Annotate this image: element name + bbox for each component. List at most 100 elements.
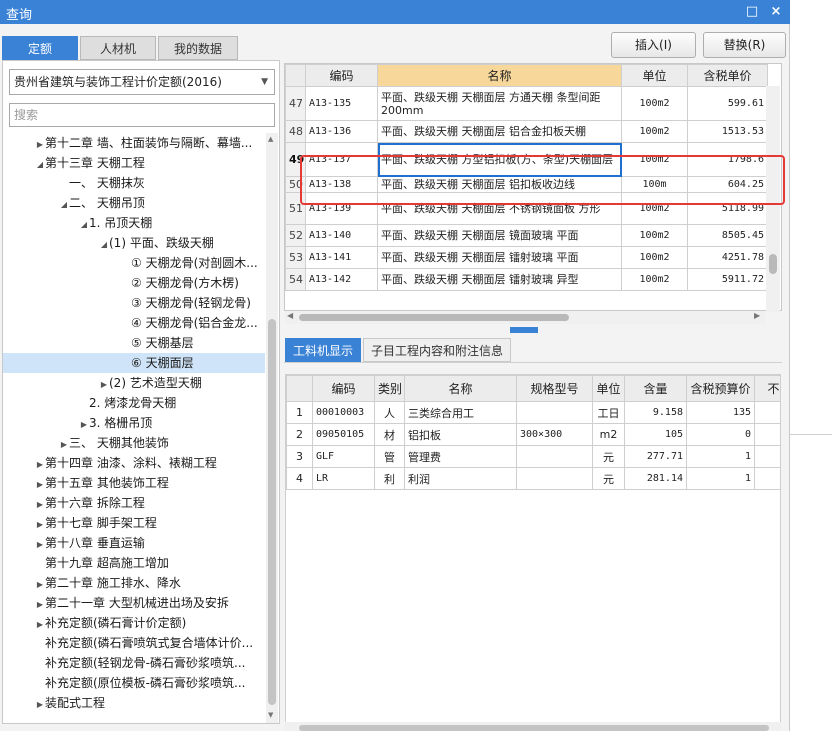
caret-right-icon[interactable]: ▶	[35, 475, 45, 495]
cell-spec[interactable]	[516, 467, 593, 490]
caret-down-icon[interactable]: ◢	[79, 215, 89, 235]
cell-budget-price[interactable]: 1	[686, 467, 755, 490]
row-number[interactable]: 52	[285, 224, 306, 247]
table-row[interactable]: 1 00010003 人三类综合用工 工日 9.158 135	[286, 401, 780, 424]
cell-code[interactable]: GLF	[312, 445, 375, 468]
tree-item[interactable]: ▶ 第十八章 垂直运输	[3, 533, 145, 553]
column-header-unit[interactable]: 单位	[592, 375, 625, 402]
cell-price[interactable]: 4251.78	[687, 246, 768, 269]
cell-unit[interactable]: 元	[592, 467, 625, 490]
caret-right-icon[interactable]: ▶	[35, 535, 45, 555]
tree-item[interactable]: ▶ 装配式工程	[3, 693, 105, 713]
table-row[interactable]: 4 LR 利利润 元 281.14 1	[286, 467, 780, 490]
cell-code[interactable]: A13-135	[305, 86, 378, 121]
cell-budget-price[interactable]: 1	[686, 445, 755, 468]
cell-excluded-tax[interactable]	[754, 467, 780, 490]
cell-unit[interactable]: 100m2	[621, 86, 688, 121]
caret-right-icon[interactable]: ▶	[35, 595, 45, 615]
table-row[interactable]: 47 A13-135 平面、跌级天棚 天棚面层 方通天棚 条型间距200mm 100m…	[285, 86, 768, 121]
scroll-down-icon[interactable]: ▼	[268, 711, 273, 719]
caret-down-icon[interactable]: ◢	[35, 155, 45, 175]
cell-spec[interactable]	[516, 445, 593, 468]
tree-item[interactable]: ④ 天棚龙骨(铝合金龙...	[3, 313, 258, 333]
caret-right-icon[interactable]: ▶	[35, 135, 45, 155]
close-icon[interactable]: ×	[766, 2, 786, 22]
tree-item[interactable]: ⑤ 天棚基层	[3, 333, 194, 353]
material-grid-hscrollbar[interactable]	[285, 722, 781, 731]
tree-item[interactable]: ▶ 3. 格栅吊顶	[3, 413, 152, 433]
library-select[interactable]: 贵州省建筑与装饰工程计价定额(2016) ▼	[9, 69, 275, 95]
quota-grid-vscrollbar-thumb[interactable]	[769, 254, 777, 274]
cell-unit[interactable]: m2	[592, 423, 625, 446]
column-header-quantity[interactable]: 含量	[624, 375, 687, 402]
tree-item[interactable]: ② 天棚龙骨(方木楞)	[3, 273, 239, 293]
tree-item[interactable]: 第十九章 超高施工增加	[3, 553, 169, 573]
row-number[interactable]: 3	[286, 445, 313, 468]
tab-quota[interactable]: 定额	[2, 36, 78, 60]
cell-name[interactable]: 平面、跌级天棚 天棚面层 镭射玻璃 异型	[377, 268, 622, 291]
column-header-price[interactable]: 含税单价	[687, 64, 768, 87]
cell-price[interactable]: 1513.53	[687, 120, 768, 143]
tree-item[interactable]: ▶ 第十六章 拆除工程	[3, 493, 145, 513]
row-number[interactable]: 53	[285, 246, 306, 269]
scroll-right-icon[interactable]: ▶	[754, 311, 760, 320]
table-row[interactable]: 53 A13-141 平面、跌级天棚 天棚面层 镭射玻璃 平面 100m2 4251.7…	[285, 246, 768, 269]
column-header-unit[interactable]: 单位	[621, 64, 688, 87]
cell-quantity[interactable]: 281.14	[624, 467, 687, 490]
cell-name[interactable]: 利润	[404, 467, 517, 490]
caret-right-icon[interactable]: ▶	[99, 375, 109, 395]
caret-right-icon[interactable]: ▶	[35, 575, 45, 595]
table-row[interactable]: 3 GLF 管管理费 元 277.71 1	[286, 445, 780, 468]
caret-right-icon[interactable]: ▶	[35, 615, 45, 635]
column-header-category[interactable]: 类别	[374, 375, 405, 402]
row-number[interactable]: 54	[285, 268, 306, 291]
cell-unit[interactable]: 元	[592, 445, 625, 468]
replace-button[interactable]: 替换(R)	[703, 32, 786, 58]
caret-right-icon[interactable]: ▶	[35, 695, 45, 715]
column-header-name[interactable]: 名称	[404, 375, 517, 402]
tree-item[interactable]: ◢ 1. 吊顶天棚	[3, 213, 152, 233]
column-header-excluded-tax[interactable]: 不	[754, 375, 780, 402]
cell-quantity[interactable]: 277.71	[624, 445, 687, 468]
tree-item[interactable]: 补充定额(原位模板-磷石膏砂浆喷筑...	[3, 673, 245, 693]
caret-right-icon[interactable]: ▶	[79, 415, 89, 435]
cell-unit[interactable]: 100m2	[621, 268, 688, 291]
tree-item[interactable]: ◢ 第十三章 天棚工程	[3, 153, 145, 173]
table-row[interactable]: 52 A13-140 平面、跌级天棚 天棚面层 镜面玻璃 平面 100m2 8505.4…	[285, 224, 768, 247]
cell-code[interactable]: 00010003	[312, 401, 375, 424]
cell-name[interactable]: 铝扣板	[404, 423, 517, 446]
quota-grid-hscrollbar-thumb[interactable]	[299, 314, 569, 321]
cell-category[interactable]: 管	[374, 445, 405, 468]
tab-resource-display[interactable]: 工料机显示	[285, 338, 361, 362]
chevron-down-icon[interactable]: ▼	[261, 70, 268, 94]
cell-price[interactable]: 5911.72	[687, 268, 768, 291]
panel-splitter-handle[interactable]	[510, 327, 538, 333]
cell-name[interactable]: 三类综合用工	[404, 401, 517, 424]
column-header-name[interactable]: 名称	[377, 64, 622, 87]
caret-down-icon[interactable]: ◢	[59, 195, 69, 215]
caret-down-icon[interactable]: ◢	[99, 235, 109, 255]
cell-excluded-tax[interactable]	[754, 423, 780, 446]
cell-code[interactable]: 09050105	[312, 423, 375, 446]
tree-item[interactable]: ▶ 第二十一章 大型机械进出场及安拆	[3, 593, 229, 613]
caret-right-icon[interactable]: ▶	[35, 495, 45, 515]
insert-button[interactable]: 插入(I)	[611, 32, 696, 58]
tree-item[interactable]: ③ 天棚龙骨(轻钢龙骨)	[3, 293, 251, 313]
cell-name[interactable]: 平面、跌级天棚 天棚面层 镭射玻璃 平面	[377, 246, 622, 269]
table-row[interactable]: 2 09050105 材铝扣板 300×300 m2 105 0	[286, 423, 780, 446]
caret-right-icon[interactable]: ▶	[35, 515, 45, 535]
cell-code[interactable]: A13-142	[305, 268, 378, 291]
cell-unit[interactable]: 工日	[592, 401, 625, 424]
tree-item[interactable]: ▶ 补充定额(磷石膏计价定额)	[3, 613, 186, 633]
tree-item[interactable]: ⑥ 天棚面层	[3, 353, 265, 373]
column-header-code[interactable]: 编码	[312, 375, 375, 402]
tree-item[interactable]: ▶ 第十二章 墙、柱面装饰与隔断、幕墙...	[3, 133, 252, 153]
caret-right-icon[interactable]: ▶	[59, 435, 69, 455]
column-header-code[interactable]: 编码	[305, 64, 378, 87]
tree-item[interactable]: ① 天棚龙骨(对剖圆木...	[3, 253, 258, 273]
cell-unit[interactable]: 100m2	[621, 120, 688, 143]
cell-code[interactable]: A13-140	[305, 224, 378, 247]
scroll-left-icon[interactable]: ◀	[287, 311, 293, 320]
column-header-spec[interactable]: 规格型号	[516, 375, 593, 402]
cell-budget-price[interactable]: 135	[686, 401, 755, 424]
